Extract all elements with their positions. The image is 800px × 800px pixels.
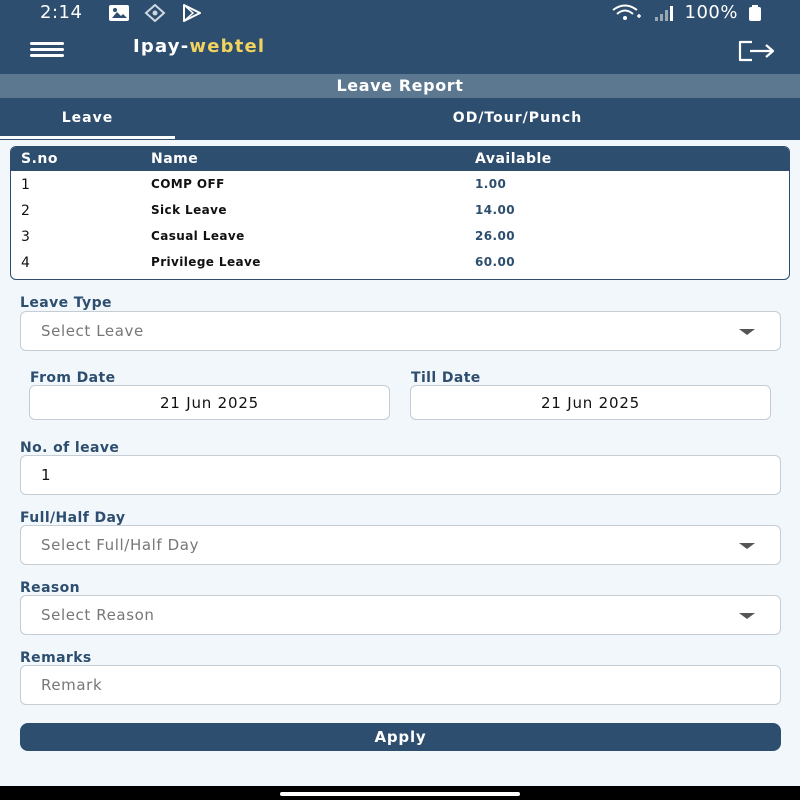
status-bar: 2:14 100%	[0, 0, 800, 26]
from-date-value: 21 Jun 2025	[159, 394, 260, 412]
row-sno: 2	[21, 203, 30, 219]
system-nav-bar	[0, 786, 800, 800]
header-available: Available	[475, 151, 552, 167]
table-row: 2 Sick Leave 14.00	[11, 203, 789, 229]
no-of-leave-input[interactable]: 1	[20, 455, 781, 495]
battery-icon	[749, 4, 761, 21]
leave-balance-table: S.no Name Available 1 COMP OFF 1.00 2 Si…	[10, 146, 790, 280]
table-row: 3 Casual Leave 26.00	[11, 229, 789, 255]
from-date-label: From Date	[30, 370, 116, 386]
app-title-accent: webtel	[189, 36, 266, 57]
row-sno: 4	[21, 255, 30, 271]
remarks-label: Remarks	[20, 650, 92, 666]
app-title: Ipay-webtel	[133, 36, 265, 57]
leave-type-placeholder: Select Leave	[41, 322, 144, 340]
app-bar: Ipay-webtel	[0, 26, 800, 74]
play-store-icon	[183, 4, 201, 22]
till-date-field[interactable]: 21 Jun 2025	[410, 385, 771, 420]
full-half-day-label: Full/Half Day	[20, 510, 126, 526]
gallery-icon	[109, 5, 129, 21]
full-half-day-placeholder: Select Full/Half Day	[41, 536, 200, 554]
remarks-placeholder: Remark	[41, 676, 103, 694]
row-name: Casual Leave	[151, 229, 245, 243]
header-name: Name	[151, 151, 199, 167]
from-date-field[interactable]: 21 Jun 2025	[29, 385, 390, 420]
tab-leave[interactable]: Leave	[0, 98, 175, 140]
table-header: S.no Name Available	[11, 147, 789, 171]
chevron-down-icon	[739, 543, 755, 549]
till-date-label: Till Date	[411, 370, 481, 386]
till-date-value: 21 Jun 2025	[540, 394, 641, 412]
page-title: Leave Report	[0, 74, 800, 98]
row-sno: 1	[21, 177, 30, 193]
status-time: 2:14	[40, 2, 83, 23]
table-row: 1 COMP OFF 1.00	[11, 177, 789, 203]
tab-selected-indicator	[0, 136, 175, 139]
logout-icon[interactable]	[736, 38, 776, 64]
no-of-leave-value: 1	[41, 466, 52, 484]
signal-icon	[654, 5, 673, 21]
reason-select[interactable]: Select Reason	[20, 595, 781, 635]
row-available: 14.00	[475, 203, 515, 217]
row-sno: 3	[21, 229, 30, 245]
chevron-down-icon	[739, 613, 755, 619]
no-of-leave-label: No. of leave	[20, 440, 120, 456]
row-name: Privilege Leave	[151, 255, 261, 269]
row-available: 26.00	[475, 229, 515, 243]
battery-percent: 100%	[684, 2, 738, 23]
home-gesture-handle[interactable]	[280, 792, 520, 796]
reason-placeholder: Select Reason	[41, 606, 155, 624]
location-icon	[144, 4, 166, 22]
chevron-down-icon	[739, 329, 755, 335]
full-half-day-select[interactable]: Select Full/Half Day	[20, 525, 781, 565]
app-title-main: Ipay-	[133, 36, 190, 57]
tab-od-tour-punch[interactable]: OD/Tour/Punch	[350, 98, 685, 140]
leave-type-select[interactable]: Select Leave	[20, 311, 781, 351]
row-name: COMP OFF	[151, 177, 225, 191]
row-available: 1.00	[475, 177, 507, 191]
row-available: 60.00	[475, 255, 515, 269]
menu-icon[interactable]	[30, 42, 64, 58]
tab-bar: Leave OD/Tour/Punch	[0, 98, 800, 140]
row-name: Sick Leave	[151, 203, 227, 217]
table-row: 4 Privilege Leave 60.00	[11, 255, 789, 279]
leave-type-label: Leave Type	[20, 295, 112, 311]
header-sno: S.no	[21, 151, 58, 167]
reason-label: Reason	[20, 580, 81, 596]
remarks-input[interactable]: Remark	[20, 665, 781, 705]
apply-button[interactable]: Apply	[20, 723, 781, 751]
wifi-icon	[611, 4, 641, 20]
